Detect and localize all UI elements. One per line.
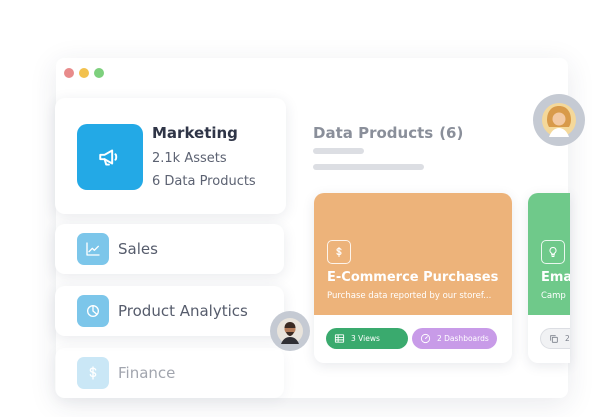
table-icon (334, 333, 345, 344)
views-pill[interactable]: 3 Views (326, 328, 408, 349)
asset-count: 2.1k Assets (152, 151, 227, 166)
product-description: Camp (541, 291, 566, 301)
section-count: (6) (439, 124, 464, 142)
data-products-heading: Data Products (6) (313, 124, 463, 142)
copy-count-pill[interactable]: 2 (540, 328, 570, 349)
window-controls (64, 68, 104, 78)
copy-icon (549, 334, 559, 344)
data-product-count: 6 Data Products (152, 174, 256, 189)
line-chart-icon (77, 233, 109, 265)
close-window-dot[interactable] (64, 68, 74, 78)
pie-chart-icon (77, 295, 109, 327)
domain-card-sales[interactable]: Sales (55, 224, 284, 274)
domain-card-finance[interactable]: Finance (55, 348, 284, 398)
user-avatar-man[interactable] (270, 311, 310, 351)
gauge-icon (420, 333, 431, 344)
domain-label: Finance (118, 364, 176, 382)
domain-label: Sales (118, 240, 158, 258)
dashboards-count: 2 Dashboards (437, 334, 489, 343)
domain-name: Marketing (152, 124, 238, 142)
megaphone-icon (77, 124, 143, 190)
product-card-ecommerce[interactable]: E-Commerce Purchases Purchase data repor… (314, 193, 512, 363)
domain-label: Product Analytics (118, 302, 248, 320)
section-title-text: Data Products (313, 124, 434, 142)
views-count: 3 Views (351, 334, 380, 343)
maximize-window-dot[interactable] (94, 68, 104, 78)
minimize-window-dot[interactable] (79, 68, 89, 78)
dollar-icon (77, 357, 109, 389)
product-title: E-Commerce Purchases (327, 270, 499, 285)
skeleton-line (313, 164, 424, 170)
dashboards-pill[interactable]: 2 Dashboards (412, 328, 497, 349)
product-card-email[interactable]: Ema Camp 2 (528, 193, 570, 363)
product-title: Ema (541, 270, 570, 285)
product-description: Purchase data reported by our storef... (327, 291, 492, 301)
dollar-icon (327, 240, 351, 264)
domain-card-marketing[interactable]: Marketing 2.1k Assets 6 Data Products (55, 98, 286, 214)
pill-count: 2 (565, 334, 570, 343)
lightbulb-icon (541, 240, 565, 264)
user-avatar-woman[interactable] (533, 94, 585, 146)
skeleton-line (313, 148, 364, 154)
domain-card-product-analytics[interactable]: Product Analytics (55, 286, 284, 336)
